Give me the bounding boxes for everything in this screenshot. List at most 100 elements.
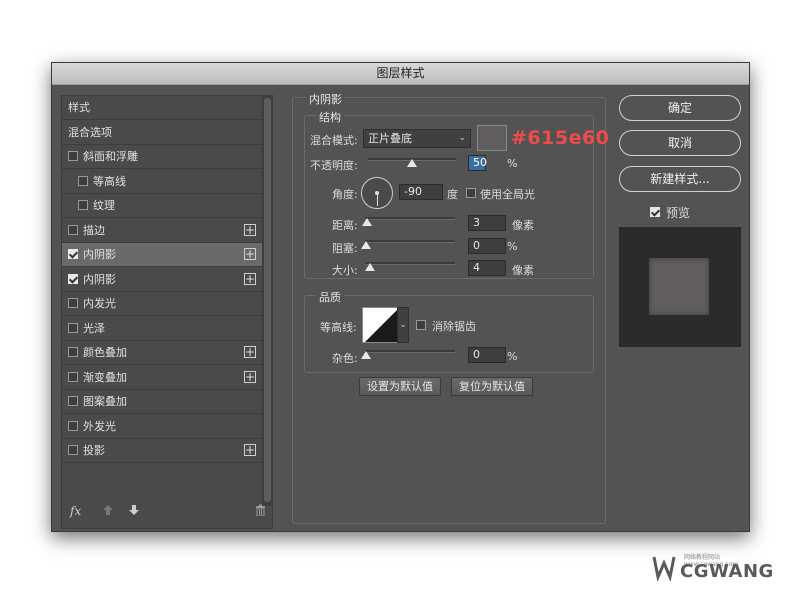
distance-slider-track[interactable] <box>365 217 455 220</box>
style-label: 斜面和浮雕 <box>83 150 138 163</box>
anti-alias-checkbox[interactable] <box>416 320 426 330</box>
shadow-color-swatch[interactable] <box>477 125 507 151</box>
style-label: 混合选项 <box>68 125 112 139</box>
cancel-button[interactable]: 取消 <box>619 130 741 156</box>
styles-list-item[interactable]: 投影 + <box>62 439 262 463</box>
angle-dial[interactable] <box>361 177 393 209</box>
styles-list-item[interactable]: 等高线 <box>62 170 262 194</box>
style-checkbox[interactable] <box>68 322 78 333</box>
structure-title: 结构 <box>316 109 344 125</box>
add-style-icon[interactable]: + <box>244 346 256 358</box>
choke-label: 阻塞: <box>332 242 358 255</box>
style-label: 等高线 <box>93 174 126 188</box>
styles-list-item[interactable]: 外发光 <box>62 415 262 439</box>
distance-label: 距离: <box>332 219 358 232</box>
choke-input[interactable]: 0 <box>468 238 506 254</box>
preview-checkbox[interactable] <box>650 207 660 217</box>
style-checkbox[interactable] <box>68 224 78 235</box>
opacity-label: 不透明度: <box>310 159 358 172</box>
add-style-icon[interactable]: + <box>244 370 256 383</box>
style-checkbox[interactable] <box>68 445 78 455</box>
watermark-text: CGWANG <box>680 561 774 582</box>
linear-contour-icon <box>365 310 397 342</box>
styles-scrollbar[interactable] <box>262 96 272 506</box>
style-label: 渐变叠加 <box>83 370 127 384</box>
distance-input[interactable]: 3 <box>468 215 506 231</box>
styles-list-item[interactable]: 斜面和浮雕 <box>62 145 262 169</box>
styles-list-item[interactable]: 光泽 <box>62 317 262 341</box>
set-default-button[interactable]: 设置为默认值 <box>359 377 441 396</box>
chevron-down-icon: ⌄ <box>458 133 466 143</box>
distance-slider-thumb[interactable] <box>362 218 372 226</box>
style-checkbox[interactable] <box>68 273 78 284</box>
style-label: 样式 <box>68 101 90 114</box>
arrow-down-icon[interactable] <box>128 504 140 519</box>
styles-list-item[interactable]: 纹理 <box>62 194 262 218</box>
style-checkbox[interactable] <box>78 175 88 186</box>
add-style-icon[interactable]: + <box>244 223 256 236</box>
style-checkbox[interactable] <box>68 347 78 357</box>
opacity-input[interactable]: 50 <box>468 155 487 171</box>
styles-panel: 样式 混合选项 斜面和浮雕 等高线 纹理 描边 + 内阴影 + 内阴影 + 内发光 光泽 颜色叠加 + 渐变叠… <box>61 95 273 529</box>
cgwang-logo-icon <box>652 556 676 581</box>
add-style-icon[interactable]: + <box>244 444 256 456</box>
noise-slider-track[interactable] <box>365 350 455 353</box>
size-slider-track[interactable] <box>365 262 455 265</box>
contour-dropdown[interactable]: ⌄ <box>397 307 409 343</box>
scrollbar-thumb[interactable] <box>264 98 271 502</box>
distance-unit: 像素 <box>512 219 534 232</box>
style-checkbox[interactable] <box>68 249 78 259</box>
style-checkbox[interactable] <box>78 200 88 210</box>
size-unit: 像素 <box>512 264 534 277</box>
style-label: 图案叠加 <box>83 395 127 408</box>
angle-unit: 度 <box>447 188 458 201</box>
style-label: 描边 <box>83 223 105 237</box>
global-light-checkbox[interactable] <box>466 188 476 198</box>
add-style-icon[interactable]: + <box>244 272 256 285</box>
ok-button[interactable]: 确定 <box>619 95 741 121</box>
style-checkbox[interactable] <box>68 371 78 382</box>
opacity-slider-thumb[interactable] <box>407 159 417 167</box>
angle-input[interactable]: -90 <box>399 184 443 200</box>
noise-unit: % <box>507 350 518 363</box>
new-style-button[interactable]: 新建样式... <box>619 166 741 192</box>
style-checkbox[interactable] <box>68 396 78 406</box>
add-style-icon[interactable]: + <box>244 248 256 260</box>
contour-label: 等高线: <box>320 321 357 334</box>
styles-list-item[interactable]: 样式 <box>62 96 262 120</box>
color-hex-annotation: #615e60 <box>511 127 610 149</box>
style-label: 内阴影 <box>83 272 116 286</box>
style-label: 外发光 <box>83 419 116 433</box>
preview-swatch <box>649 258 709 315</box>
contour-preview[interactable] <box>362 307 398 343</box>
size-slider-thumb[interactable] <box>365 263 375 271</box>
styles-list-item[interactable]: 颜色叠加 + <box>62 341 262 365</box>
style-label: 光泽 <box>83 321 105 335</box>
watermark: 网络教程网站 www.cgwang.com CGWANG <box>652 549 774 585</box>
style-checkbox[interactable] <box>68 298 78 308</box>
trash-icon[interactable] <box>255 504 266 519</box>
noise-input[interactable]: 0 <box>468 347 506 363</box>
layer-style-dialog: 图层样式 样式 混合选项 斜面和浮雕 等高线 纹理 描边 + 内阴影 + 内阴影 + 内发光 光泽 颜色叠… <box>51 62 750 532</box>
styles-list-item[interactable]: 内阴影 + <box>62 268 262 292</box>
styles-list-item[interactable]: 描边 + <box>62 219 262 243</box>
blend-mode-select[interactable]: 正片叠底 ⌄ <box>363 129 471 148</box>
reset-default-button[interactable]: 复位为默认值 <box>451 377 533 396</box>
choke-slider-thumb[interactable] <box>361 241 371 249</box>
styles-list-item[interactable]: 内阴影 + <box>62 243 262 267</box>
preview-label: 预览 <box>666 206 691 220</box>
styles-list-item[interactable]: 内发光 <box>62 292 262 316</box>
style-checkbox[interactable] <box>68 420 78 431</box>
noise-slider-thumb[interactable] <box>361 351 371 359</box>
style-checkbox[interactable] <box>68 151 78 161</box>
arrow-up-icon[interactable] <box>102 504 114 519</box>
opacity-unit: % <box>507 157 518 170</box>
style-label: 内阴影 <box>83 248 116 261</box>
styles-list-item[interactable]: 图案叠加 <box>62 390 262 414</box>
choke-slider-track[interactable] <box>365 240 455 243</box>
styles-list-item[interactable]: 混合选项 <box>62 121 262 145</box>
size-input[interactable]: 4 <box>468 260 506 276</box>
fx-icon[interactable]: fx <box>70 504 81 518</box>
styles-list-item[interactable]: 渐变叠加 + <box>62 366 262 390</box>
blend-mode-label: 混合模式: <box>310 134 358 147</box>
